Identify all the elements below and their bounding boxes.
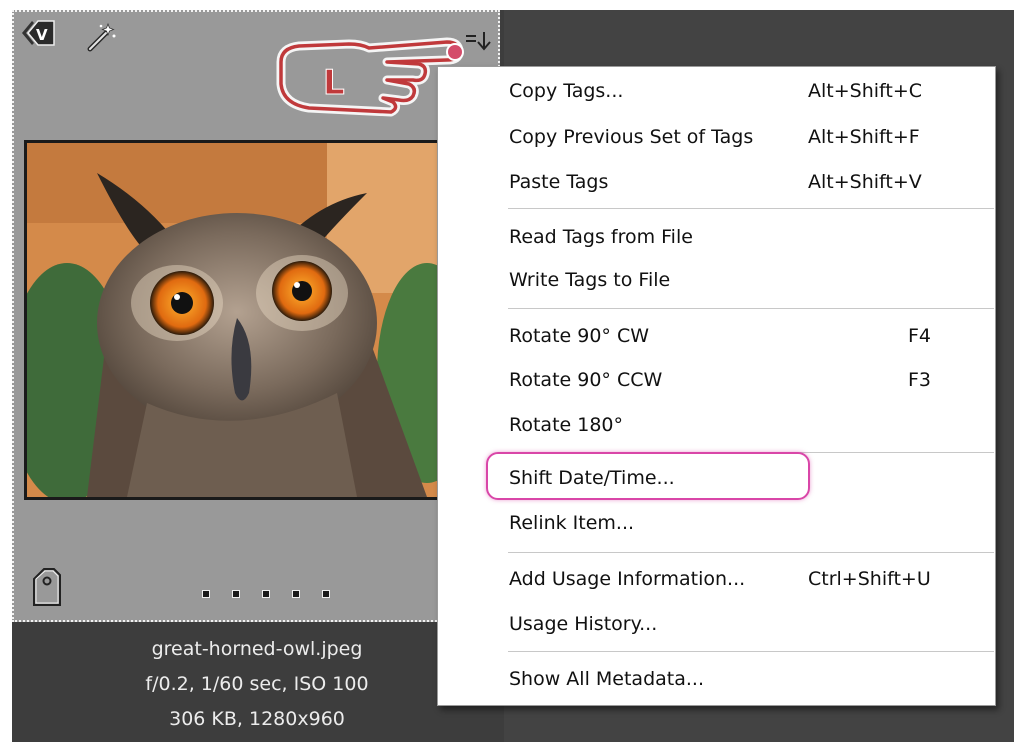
- menu-item-rotate-ccw[interactable]: Rotate 90° CCW F3: [488, 358, 988, 402]
- tag-icon[interactable]: [30, 567, 64, 607]
- media-thumbnail[interactable]: V L: [12, 10, 500, 622]
- rating-dot[interactable]: [202, 590, 210, 598]
- menu-item-rotate-180[interactable]: Rotate 180°: [488, 403, 988, 447]
- caption-filename: great-horned-owl.jpeg: [151, 638, 363, 660]
- svg-text:V: V: [36, 26, 48, 44]
- menu-item-write-tags[interactable]: Write Tags to File: [488, 258, 988, 302]
- menu-item-copy-previous-tags[interactable]: Copy Previous Set of Tags Alt+Shift+F: [488, 115, 988, 159]
- photo-owl[interactable]: [24, 140, 460, 500]
- menu-gutter: [438, 67, 482, 705]
- rating-dot[interactable]: [232, 590, 240, 598]
- menu-item-copy-tags[interactable]: Copy Tags... Alt+Shift+C: [488, 69, 988, 113]
- magic-wand-icon[interactable]: [84, 22, 118, 52]
- highlight-annotation: [486, 452, 810, 500]
- caption-exposure: f/0.2, 1/60 sec, ISO 100: [145, 673, 369, 695]
- menu-item-paste-tags[interactable]: Paste Tags Alt+Shift+V: [488, 160, 988, 204]
- rating-dot[interactable]: [262, 590, 270, 598]
- menu-item-usage-history[interactable]: Usage History...: [488, 602, 988, 646]
- rating-dot[interactable]: [322, 590, 330, 598]
- svg-text:L: L: [323, 63, 345, 103]
- menu-separator: [508, 308, 994, 309]
- menu-item-show-all-metadata[interactable]: Show All Metadata...: [488, 657, 988, 701]
- menu-separator: [508, 552, 994, 553]
- menu-item-relink-item[interactable]: Relink Item...: [488, 501, 988, 545]
- menu-item-read-tags[interactable]: Read Tags from File: [488, 215, 988, 259]
- left-edge: [0, 0, 12, 742]
- menu-separator: [508, 208, 994, 209]
- top-edge: [0, 0, 1014, 10]
- rating-dots[interactable]: [202, 590, 330, 598]
- caption-size: 306 KB, 1280x960: [169, 708, 345, 730]
- version-set-icon[interactable]: V: [20, 18, 56, 48]
- context-menu: Copy Tags... Alt+Shift+C Copy Previous S…: [437, 66, 996, 706]
- thumbnail-caption: great-horned-owl.jpeg f/0.2, 1/60 sec, I…: [12, 622, 502, 742]
- rating-dot[interactable]: [292, 590, 300, 598]
- menu-item-add-usage-info[interactable]: Add Usage Information... Ctrl+Shift+U: [488, 557, 988, 601]
- menu-item-rotate-cw[interactable]: Rotate 90° CW F4: [488, 314, 988, 358]
- menu-separator: [508, 651, 994, 652]
